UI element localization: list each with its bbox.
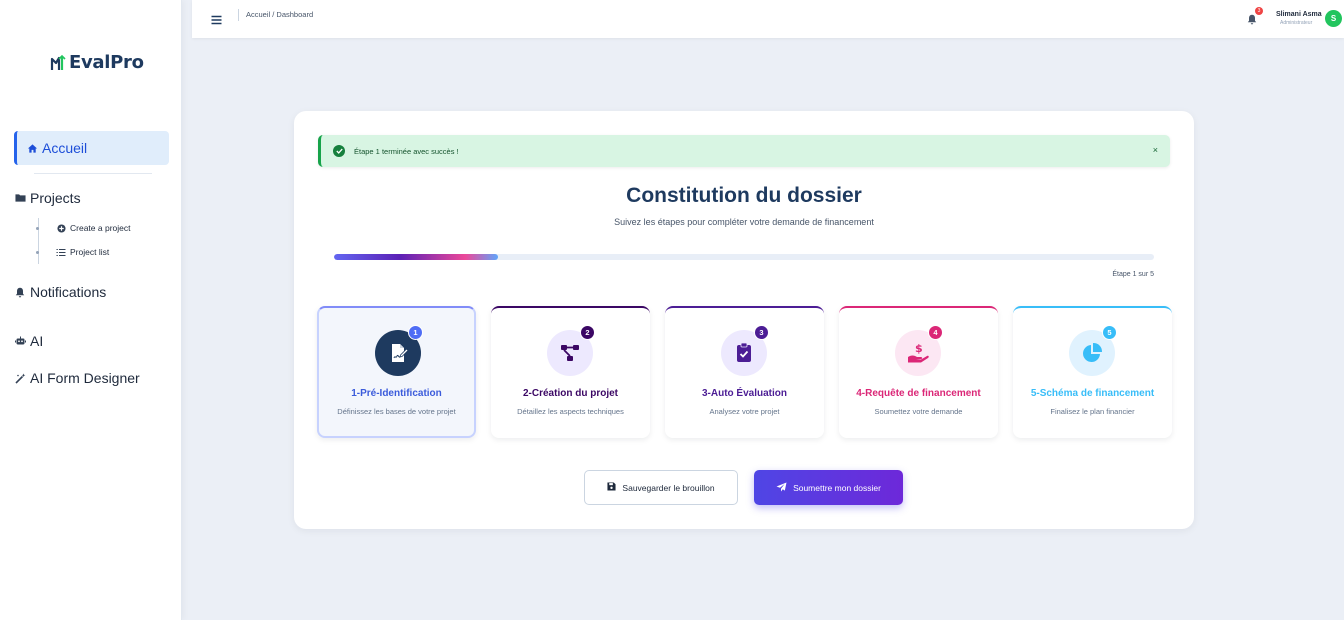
step-card-4[interactable]: $ 4 4-Requête de financement Soumettez v… bbox=[839, 306, 998, 438]
logo-icon bbox=[50, 54, 66, 70]
submit-dossier-button[interactable]: Soumettre mon dossier bbox=[754, 470, 903, 505]
step-card-3[interactable]: 3 3-Auto Évaluation Analysez votre proje… bbox=[665, 306, 824, 438]
magic-wand-icon bbox=[14, 372, 26, 384]
step-card-5[interactable]: 5 5-Schéma de financement Finalisez le p… bbox=[1013, 306, 1172, 438]
step-description: Détaillez les aspects techniques bbox=[517, 407, 624, 416]
bullet bbox=[36, 226, 39, 230]
sidebar-item-ai-form-designer[interactable]: AI Form Designer bbox=[14, 370, 140, 386]
robot-icon bbox=[14, 335, 26, 347]
step-number-badge: 3 bbox=[754, 325, 769, 340]
breadcrumb[interactable]: Accueil / Dashboard bbox=[246, 10, 313, 19]
sidebar-subitem-label: Project list bbox=[70, 247, 110, 257]
step-description: Analysez votre projet bbox=[709, 407, 780, 416]
step-card-1[interactable]: 1 1-Pré-Identification Définissez les ba… bbox=[317, 306, 476, 438]
sidebar-subitem-project-list[interactable]: Project list bbox=[36, 247, 109, 257]
menu-toggle-icon[interactable] bbox=[211, 12, 223, 25]
plus-circle-icon bbox=[56, 223, 66, 233]
bell-icon bbox=[14, 286, 26, 298]
list-icon bbox=[56, 247, 66, 257]
step-number-badge: 5 bbox=[1102, 325, 1117, 340]
step-number-badge: 4 bbox=[928, 325, 943, 340]
sidebar-item-accueil[interactable]: Accueil bbox=[14, 131, 169, 165]
app-name: EvalPro bbox=[69, 52, 144, 73]
step-number-badge: 2 bbox=[580, 325, 595, 340]
avatar[interactable]: S bbox=[1325, 10, 1342, 27]
progress-bar-fill bbox=[334, 254, 498, 260]
sidebar-item-projects[interactable]: Projects bbox=[14, 190, 81, 206]
step-counter: Étape 1 sur 5 bbox=[1112, 271, 1154, 278]
step-title: 4-Requête de financement bbox=[856, 388, 981, 399]
page-subtitle: Suivez les étapes pour compléter votre d… bbox=[614, 217, 874, 227]
divider bbox=[34, 173, 152, 174]
home-icon bbox=[26, 142, 38, 154]
save-draft-label: Sauvegarder le brouillon bbox=[622, 482, 715, 493]
divider bbox=[238, 9, 239, 21]
page-title: Constitution du dossier bbox=[626, 184, 862, 207]
step-number-badge: 1 bbox=[408, 325, 423, 340]
step-title: 3-Auto Évaluation bbox=[701, 388, 787, 399]
step-description: Finalisez le plan financier bbox=[1050, 407, 1135, 416]
sidebar-item-label: Accueil bbox=[42, 140, 88, 156]
notification-count-badge: 3 bbox=[1255, 7, 1263, 15]
sidebar-subitem-create-project[interactable]: Create a project bbox=[36, 223, 130, 233]
step-description: Définissez les bases de votre projet bbox=[337, 407, 456, 416]
user-role: Administrateur bbox=[1280, 20, 1313, 26]
sidebar-subitem-label: Create a project bbox=[70, 223, 131, 233]
sidebar-item-ai[interactable]: AI bbox=[14, 333, 43, 349]
app-logo[interactable]: EvalPro bbox=[50, 52, 144, 73]
sidebar-item-label: AI bbox=[30, 333, 44, 349]
step-card-2[interactable]: 2 2-Création du projet Détaillez les asp… bbox=[491, 306, 650, 438]
paper-plane-icon bbox=[776, 482, 787, 494]
alert-message: Étape 1 terminée avec succès ! bbox=[354, 146, 459, 156]
user-name[interactable]: Slimani Asma bbox=[1276, 11, 1322, 18]
save-icon bbox=[607, 482, 616, 493]
steps-list: 1 1-Pré-Identification Définissez les ba… bbox=[317, 306, 1172, 438]
topbar: Accueil / Dashboard 3 Slimani Asma Admin… bbox=[192, 0, 1344, 38]
step-title: 1-Pré-Identification bbox=[351, 388, 442, 399]
save-draft-button[interactable]: Sauvegarder le brouillon bbox=[584, 470, 738, 505]
folder-icon bbox=[14, 192, 26, 204]
step-title: 2-Création du projet bbox=[522, 388, 618, 399]
svg-text:$: $ bbox=[915, 342, 923, 355]
sidebar-item-label: AI Form Designer bbox=[30, 370, 140, 386]
check-circle-icon bbox=[333, 145, 345, 157]
sidebar-item-label: Projects bbox=[30, 190, 81, 206]
submit-label: Soumettre mon dossier bbox=[793, 482, 881, 493]
sidebar-item-label: Notifications bbox=[30, 284, 107, 300]
close-icon[interactable]: × bbox=[1153, 145, 1158, 155]
progress-bar bbox=[334, 254, 1154, 260]
step-title: 5-Schéma de financement bbox=[1030, 388, 1155, 399]
success-alert: Étape 1 terminée avec succès ! × bbox=[318, 135, 1170, 167]
dossier-card: Étape 1 terminée avec succès ! × Constit… bbox=[294, 111, 1194, 529]
step-description: Soumettez votre demande bbox=[874, 407, 963, 416]
sidebar-item-notifications[interactable]: Notifications bbox=[14, 284, 106, 300]
bullet bbox=[36, 250, 39, 254]
sidebar: EvalPro Accueil Projects Create a projec… bbox=[0, 0, 182, 620]
